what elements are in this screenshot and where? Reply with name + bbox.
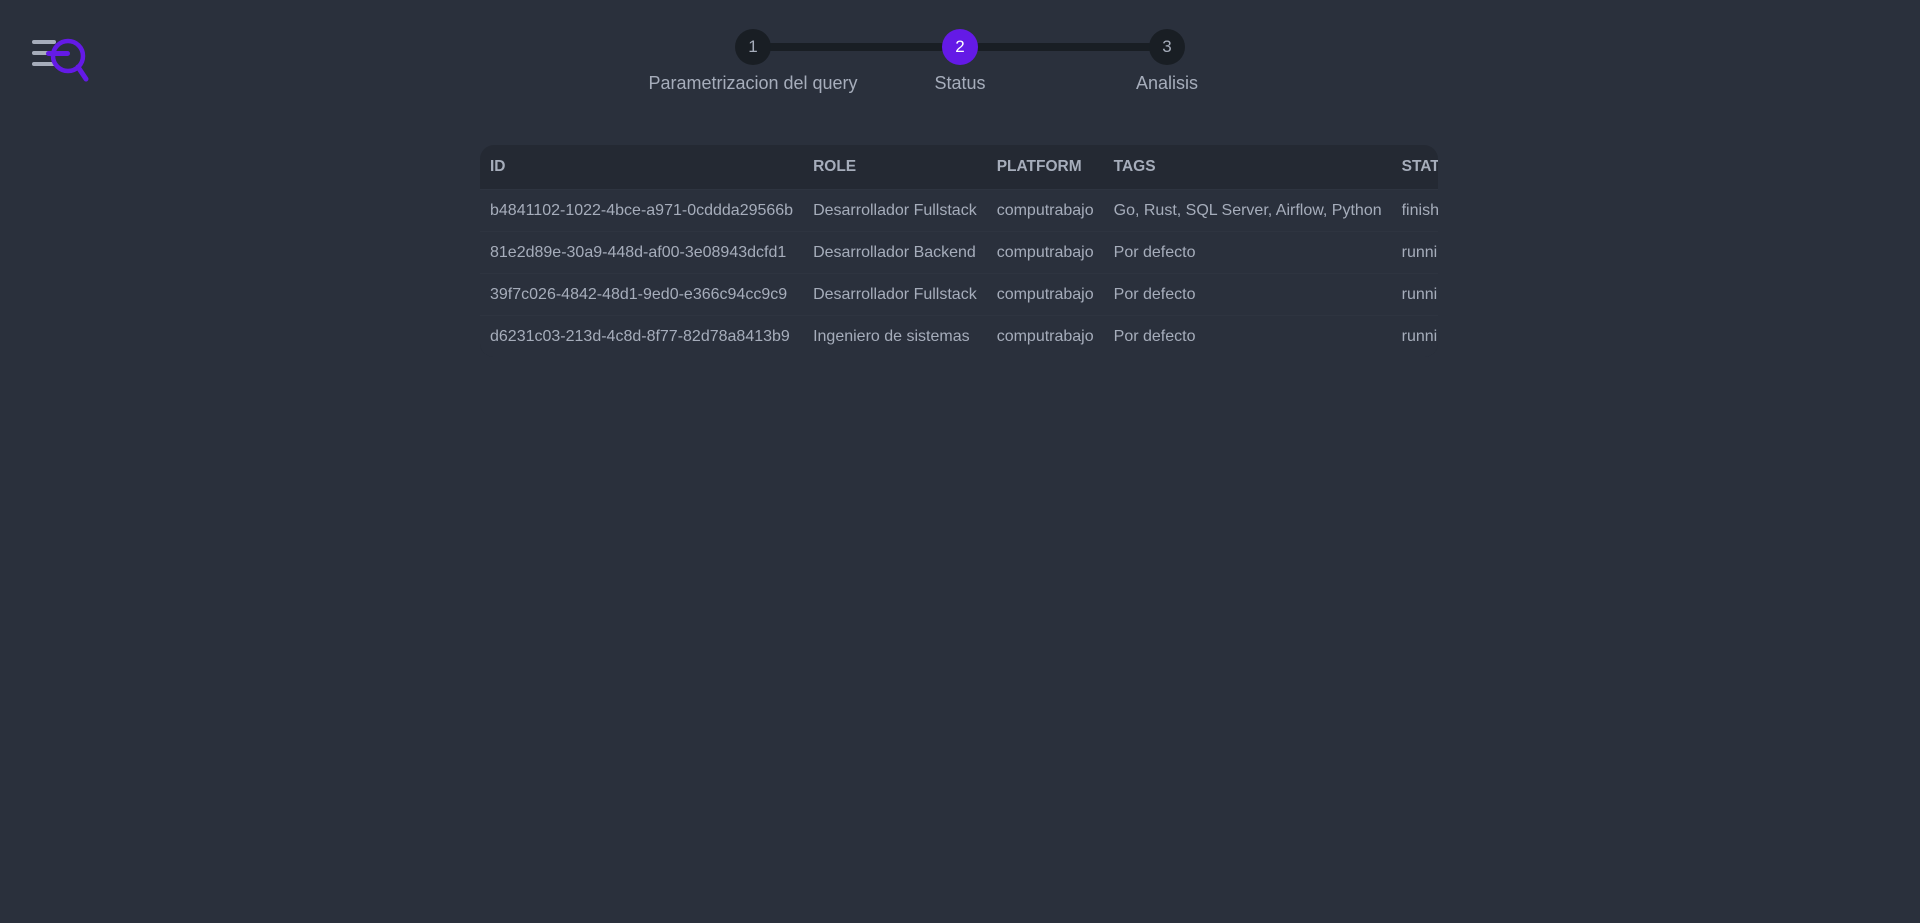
step-label: Analisis bbox=[1135, 73, 1199, 93]
cell-status: running bbox=[1391, 315, 1438, 357]
cell-tags: Por defecto bbox=[1103, 231, 1392, 274]
table-row[interactable]: b4841102-1022-4bce-a971-0cddda29566b Des… bbox=[480, 189, 1438, 232]
column-header-id: ID bbox=[490, 158, 506, 175]
progress-stepper: 1 Parametrizacion del query 2 Status 3 A… bbox=[0, 26, 1920, 106]
cell-role: Desarrollador Backend bbox=[803, 231, 987, 274]
cell-status: running bbox=[1391, 273, 1438, 316]
cell-platform: computrabajo bbox=[986, 189, 1104, 232]
cell-platform: computrabajo bbox=[986, 315, 1104, 357]
table-row[interactable]: d6231c03-213d-4c8d-8f77-82d78a8413b9 Ing… bbox=[480, 315, 1438, 357]
cell-tags: Por defecto bbox=[1103, 273, 1392, 316]
cell-id: 39f7c026-4842-48d1-9ed0-e366c94cc9c9 bbox=[480, 273, 804, 316]
cell-role: Desarrollador Fullstack bbox=[803, 189, 987, 232]
column-header-platform: PLATFORM bbox=[996, 158, 1082, 175]
cell-tags: Por defecto bbox=[1103, 315, 1392, 357]
step-number: 3 bbox=[1149, 29, 1185, 65]
cell-status: running bbox=[1391, 231, 1438, 274]
step-number: 2 bbox=[942, 29, 978, 65]
queries-table: ID ROLE PLATFORM TAGS STATUS b4841102-10… bbox=[480, 145, 1438, 357]
cell-tags: Go, Rust, SQL Server, Airflow, Python bbox=[1103, 189, 1392, 232]
step-number: 1 bbox=[735, 29, 771, 65]
table-row[interactable]: 81e2d89e-30a9-448d-af00-3e08943dcfd1 Des… bbox=[480, 231, 1438, 274]
cell-role: Ingeniero de sistemas bbox=[803, 315, 987, 357]
cell-platform: computrabajo bbox=[986, 273, 1104, 316]
cell-status: finished bbox=[1391, 189, 1438, 232]
page: 1 Parametrizacion del query 2 Status 3 A… bbox=[0, 0, 1920, 923]
cell-role: Desarrollador Fullstack bbox=[803, 273, 987, 316]
cell-platform: computrabajo bbox=[986, 231, 1104, 274]
step-3: 3 Analisis bbox=[1037, 26, 1297, 94]
cell-id: d6231c03-213d-4c8d-8f77-82d78a8413b9 bbox=[480, 315, 804, 357]
cell-id: 81e2d89e-30a9-448d-af00-3e08943dcfd1 bbox=[480, 231, 804, 274]
cell-id: b4841102-1022-4bce-a971-0cddda29566b bbox=[480, 189, 804, 232]
table-row[interactable]: 39f7c026-4842-48d1-9ed0-e366c94cc9c9 Des… bbox=[480, 273, 1438, 316]
queries-table-card: ID ROLE PLATFORM TAGS STATUS b4841102-10… bbox=[480, 145, 1438, 357]
column-header-role: ROLE bbox=[813, 158, 857, 175]
column-header-tags: TAGS bbox=[1113, 158, 1156, 175]
column-header-status: STATUS bbox=[1401, 158, 1438, 175]
table-header-row: ID ROLE PLATFORM TAGS STATUS bbox=[480, 145, 1438, 190]
